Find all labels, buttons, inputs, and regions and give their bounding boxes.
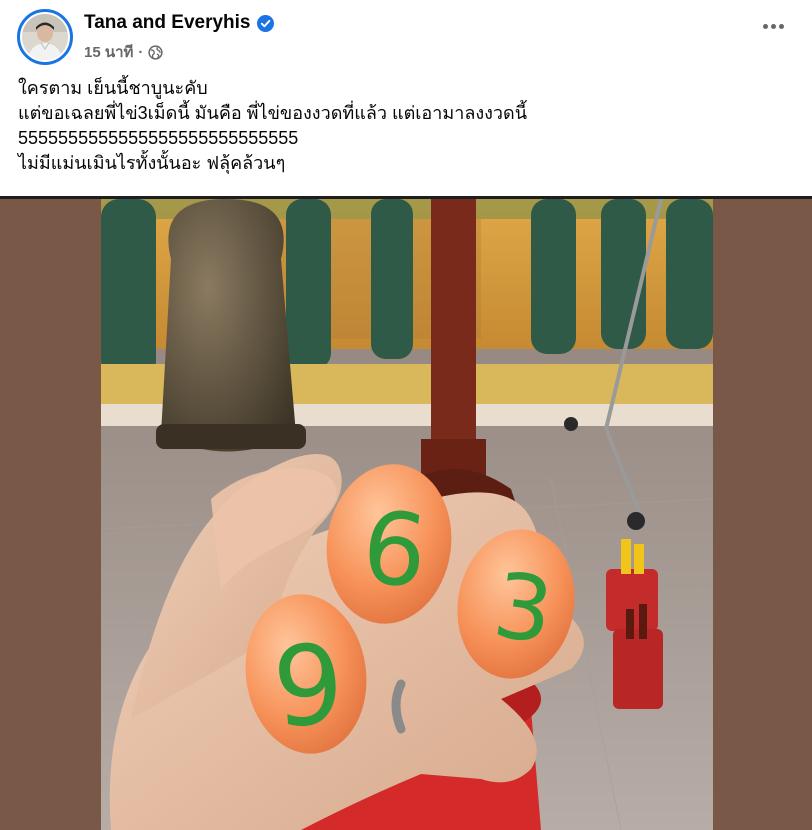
post-text-line: ใครตาม เย็นนี้ชาบูนะคับ [18, 78, 208, 98]
more-options-icon[interactable] [763, 24, 784, 29]
egg-number-9: 9 [269, 620, 348, 753]
post-message: ใครตาม เย็นนี้ชาบูนะคับ แต่ขอเฉลยพี่ไข่3… [18, 76, 798, 176]
verified-badge-icon [256, 14, 274, 32]
avatar-image [22, 14, 68, 60]
egg-number-6: 6 [357, 488, 433, 611]
post-text-line: 5555555555555555555555555555 [18, 128, 299, 148]
author-name[interactable]: Tana and Everyhis [84, 12, 251, 34]
author-avatar[interactable] [17, 9, 73, 65]
post-header: Tana and Everyhis 15 นาที · [0, 0, 812, 66]
author-row: Tana and Everyhis [84, 12, 274, 34]
meta-separator: · [138, 43, 144, 61]
globe-icon[interactable] [148, 44, 164, 60]
post-text-line: แต่ขอเฉลยพี่ไข่3เม็ดนี้ มันคือ พี่ไข่ของ… [18, 103, 528, 123]
post-meta: 15 นาที · [84, 40, 164, 64]
post-text-line: ไม่มีแม่นเมินไรทั้งนั้นอะ ฟลุ้คล้วนๆ [18, 153, 286, 173]
post-timestamp[interactable]: 15 นาที [84, 40, 133, 64]
post-photo[interactable]: 9 6 3 [101, 199, 713, 830]
